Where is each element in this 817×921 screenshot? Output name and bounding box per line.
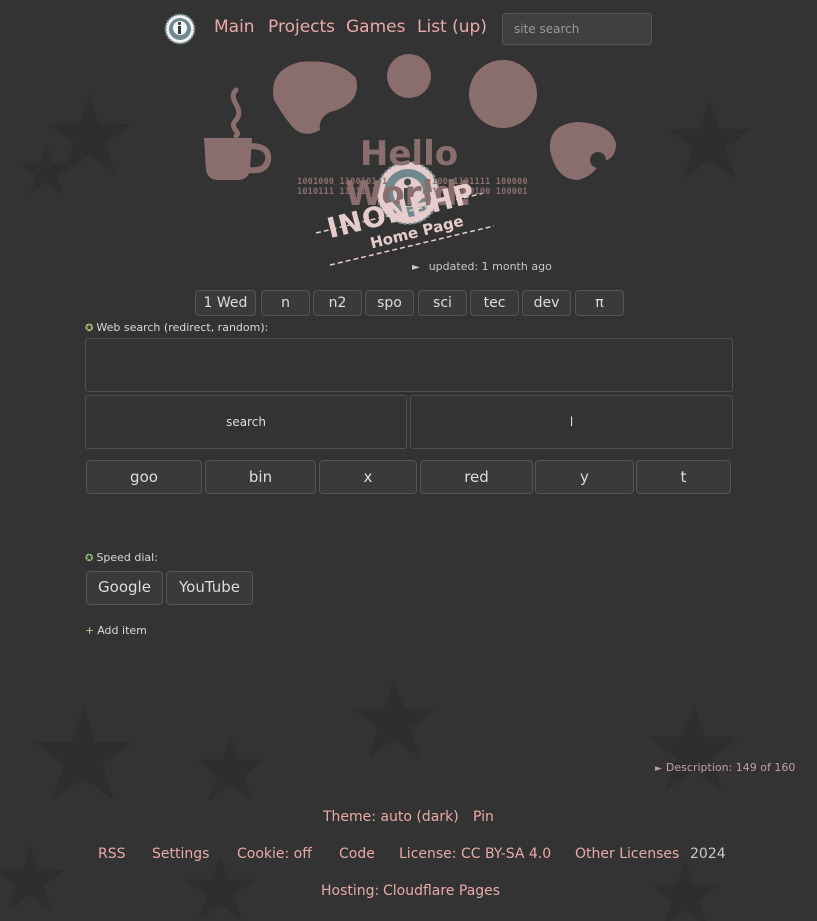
binary-left-line-2: 1010111 1101111 [297,187,377,197]
plus-icon: + [85,624,95,637]
background-star-icon: ★ [345,656,444,784]
hosting-label: Hosting: [321,883,380,899]
background-star-icon: ★ [25,679,142,831]
page: ★ ★ ★ ★ ★ ★ ★ ★ ★ ★ Main Projects Games … [0,0,817,921]
engine-bin-button[interactable]: bin [205,460,316,494]
triangle-right-icon: ► [655,764,662,774]
round-blob-icon [469,60,537,128]
tab-dev[interactable]: dev [522,290,571,316]
tab-1-wed[interactable]: 1 Wed [195,290,256,316]
theme-toggle[interactable]: Theme: auto (dark) [323,809,459,825]
tab-n2[interactable]: n2 [313,290,362,316]
hosting-link[interactable]: Cloudflare Pages [383,883,500,899]
tab-spo[interactable]: spo [365,290,414,316]
dot-blob-icon [387,54,431,98]
thought-blob-icon [273,61,357,134]
engine-x-button[interactable]: x [319,460,417,494]
copyright-year: 2024 [690,846,726,862]
description-text: Description: 149 of 160 [665,761,796,774]
triangle-right-icon: ► [412,262,420,273]
star-badge-icon: ✪ [85,553,94,564]
speed-dial-google[interactable]: Google [86,571,163,605]
tab-sci[interactable]: sci [418,290,467,316]
speed-dial-youtube[interactable]: YouTube [166,571,253,605]
updated-toggle[interactable]: ► updated: 1 month ago [412,260,552,273]
speed-dial-label-text: Speed dial: [96,551,158,564]
tab-pi[interactable]: π [575,290,624,316]
star-badge-icon: ✪ [85,323,94,334]
binary-left-line-1: 1001000 1100101 1 [297,177,388,187]
engine-t-button[interactable]: t [636,460,731,494]
engine-goo-button[interactable]: goo [86,460,202,494]
web-search-label-text: Web search (redirect, random): [96,321,269,334]
engine-y-button[interactable]: y [535,460,634,494]
description-toggle[interactable]: ► Description: 149 of 160 [655,761,795,774]
lucky-button[interactable]: l [410,395,733,449]
tab-n[interactable]: n [261,290,310,316]
other-licenses-link[interactable]: Other Licenses [575,846,679,862]
add-item-text: Add item [97,624,147,637]
speed-dial-label: ✪ Speed dial: [85,551,158,564]
engine-red-button[interactable]: red [420,460,533,494]
coffee-cup-icon [204,87,272,180]
background-star-icon: ★ [0,827,71,921]
updated-text: updated: 1 month ago [428,260,552,273]
add-item-link[interactable]: + Add item [85,624,147,637]
rss-link[interactable]: RSS [98,846,126,862]
web-search-input[interactable] [85,338,733,392]
pin-link[interactable]: Pin [473,809,494,825]
cookie-toggle[interactable]: Cookie: off [237,846,312,862]
background-star-icon: ★ [190,717,271,822]
thought-blob-right-icon [549,122,616,180]
settings-link[interactable]: Settings [152,846,209,862]
code-link[interactable]: Code [339,846,375,862]
tab-tec[interactable]: tec [470,290,519,316]
search-button[interactable]: search [85,395,407,449]
license-link[interactable]: License: CC BY-SA 4.0 [399,846,551,862]
background-star-icon: ★ [640,680,748,819]
web-search-label: ✪ Web search (redirect, random): [85,321,268,334]
